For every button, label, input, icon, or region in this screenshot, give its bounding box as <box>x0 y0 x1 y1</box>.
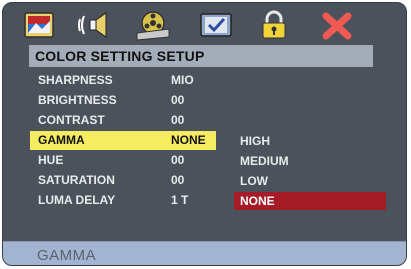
setting-row-luma-delay[interactable]: LUMA DELAY 1 T <box>30 191 216 210</box>
footer-hint-text: GAMMA <box>37 247 97 264</box>
setting-value: MIO <box>171 73 194 87</box>
setting-label: HUE <box>38 153 64 167</box>
footer-hint-bar: GAMMA <box>3 241 406 265</box>
tab-video[interactable] <box>133 9 173 41</box>
setting-value: 00 <box>171 153 185 167</box>
picture-monitor-icon <box>24 12 54 38</box>
setting-value: 00 <box>171 173 185 187</box>
tab-preference[interactable] <box>196 9 236 41</box>
gamma-option-low[interactable]: LOW <box>234 172 386 190</box>
close-x-icon <box>322 12 352 40</box>
page-title: COLOR SETTING SETUP <box>29 45 373 67</box>
setting-value: NONE <box>171 133 206 147</box>
setting-label: SHARPNESS <box>38 73 113 87</box>
setting-label: SATURATION <box>38 173 115 187</box>
setting-label: GAMMA <box>38 133 85 147</box>
setting-row-brightness[interactable]: BRIGHTNESS 00 <box>30 91 216 110</box>
setting-label: CONTRAST <box>38 113 105 127</box>
audio-speaker-icon <box>78 12 107 38</box>
gamma-option-none[interactable]: NONE <box>234 192 386 210</box>
gamma-option-medium[interactable]: MEDIUM <box>234 152 386 170</box>
setting-row-sharpness[interactable]: SHARPNESS MIO <box>30 71 216 90</box>
tab-audio[interactable] <box>74 9 114 41</box>
setting-row-gamma[interactable]: GAMMA NONE <box>30 131 216 150</box>
film-reel-icon <box>136 11 170 41</box>
tab-picture[interactable] <box>19 9 59 41</box>
setting-value: 00 <box>171 113 185 127</box>
padlock-icon <box>262 10 286 39</box>
setting-label: LUMA DELAY <box>38 193 116 207</box>
checkmark-screen-icon <box>200 13 232 37</box>
tab-password[interactable] <box>254 9 294 41</box>
tab-exit[interactable] <box>317 9 357 41</box>
osd-panel: COLOR SETTING SETUP SHARPNESS MIO BRIGHT… <box>2 2 407 266</box>
setting-row-hue[interactable]: HUE 00 <box>30 151 216 170</box>
setting-row-saturation[interactable]: SATURATION 00 <box>30 171 216 190</box>
setting-label: BRIGHTNESS <box>38 93 117 107</box>
setting-row-contrast[interactable]: CONTRAST 00 <box>30 111 216 130</box>
setting-value: 1 T <box>171 193 189 207</box>
gamma-option-high[interactable]: HIGH <box>234 132 386 150</box>
setting-value: 00 <box>171 93 185 107</box>
